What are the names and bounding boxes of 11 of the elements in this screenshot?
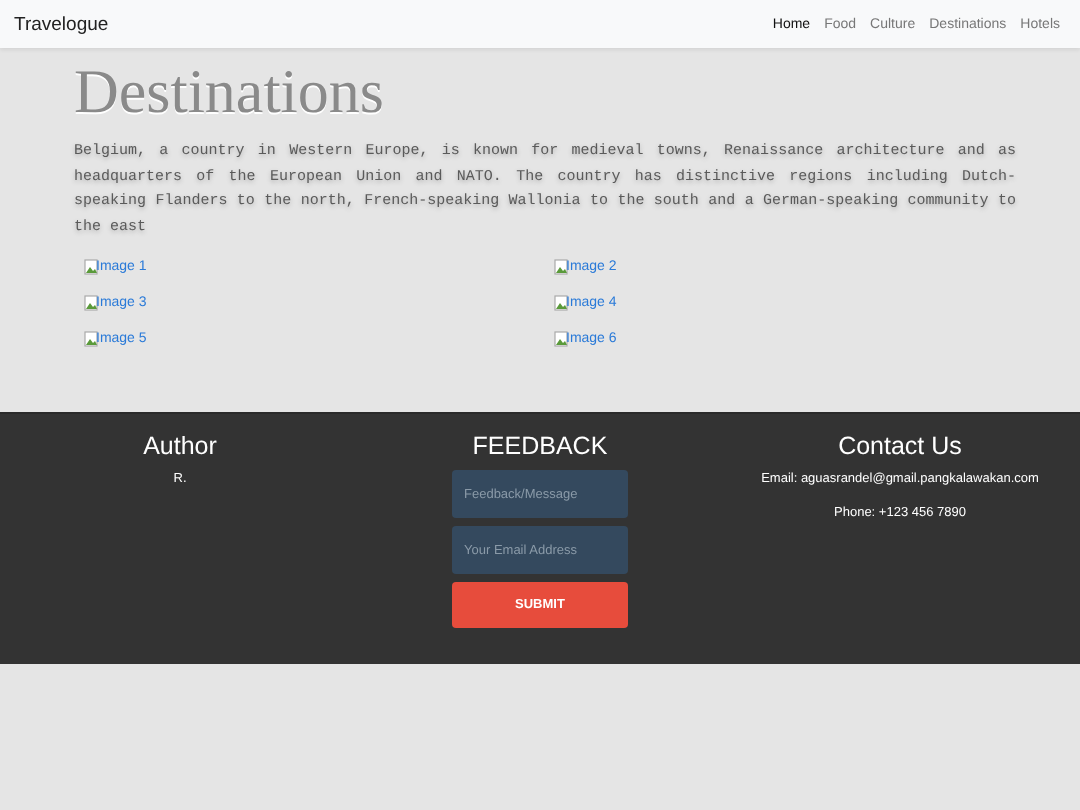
broken-image-icon — [554, 330, 570, 348]
section-heading: FEEDBACK — [472, 430, 608, 462]
broken-image-icon — [84, 330, 100, 348]
brand-name[interactable]: Travelogue — [14, 13, 109, 35]
broken-image-icon — [554, 294, 570, 312]
broken-image-icon — [84, 258, 100, 276]
page-title: Destinations — [74, 56, 386, 128]
broken-image-icon — [554, 258, 570, 276]
broken-image-icon — [84, 294, 100, 312]
section-heading: Author — [143, 430, 217, 462]
section-heading: Contact Us — [838, 430, 962, 462]
